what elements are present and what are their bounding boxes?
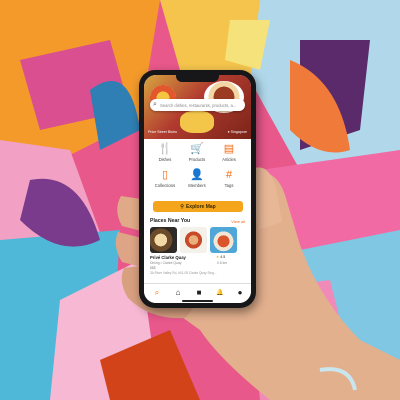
phone-notch (176, 75, 219, 82)
hero-caption-left: Price Street Bistro (148, 130, 177, 134)
rating-value: 4.5 (220, 255, 226, 259)
bookmark-icon: ▯ (161, 169, 169, 181)
explore-map-label: Explore Map (185, 203, 216, 210)
category-articles[interactable]: ▤ Articles (214, 143, 244, 167)
category-label: Dishes (158, 157, 172, 162)
person-icon: 👤 (190, 169, 204, 181)
home-icon[interactable]: ⌂ (171, 287, 185, 299)
category-collections[interactable]: ▯ Collections (150, 169, 180, 193)
cart-icon: 🛒 (190, 143, 204, 155)
hero-banner: ⌕ Search dishes, restaurants, products, … (144, 75, 251, 139)
place-photo[interactable] (210, 227, 237, 253)
category-label: Products (188, 157, 206, 162)
map-pin-icon: ⚲ (180, 203, 184, 210)
places-heading: Places Near You (150, 218, 191, 224)
search-icon: ⌕ (153, 101, 157, 108)
home-indicator (182, 300, 213, 302)
category-products[interactable]: 🛒 Products (182, 143, 212, 167)
feed-icon[interactable]: ■ (192, 287, 206, 299)
category-label: Tags (224, 183, 234, 188)
category-label: Members (188, 183, 206, 188)
fork-knife-icon: 🍴 (158, 143, 172, 155)
search-bar[interactable]: ⌕ Search dishes, restaurants, products, … (150, 99, 245, 111)
app-screen: ⌕ Search dishes, restaurants, products, … (144, 75, 251, 303)
place-address: 3A River Valley Rd, #01-09 Clarke Quay S… (150, 271, 217, 275)
search-tab-icon[interactable]: ⌕ (150, 287, 164, 299)
category-members[interactable]: 👤 Members (182, 169, 212, 193)
hashtag-icon: # (225, 169, 233, 181)
category-tags[interactable]: # Tags (214, 169, 244, 193)
category-label: Articles (222, 157, 236, 162)
bell-icon[interactable]: 🔔 (213, 287, 227, 299)
star-icon: ★ (216, 255, 220, 259)
place-photo[interactable] (180, 227, 207, 253)
hero-caption-right: ● Singapore (227, 130, 247, 134)
category-dishes[interactable]: 🍴 Dishes (150, 143, 180, 167)
explore-map-button[interactable]: ⚲ Explore Map (153, 201, 243, 212)
category-grid: 🍴 Dishes 🛒 Products ▤ Articles ▯ Collect… (144, 141, 251, 193)
place-price: $$$ (150, 266, 156, 270)
place-category: Dining • Clarke Quay (150, 261, 182, 265)
article-icon: ▤ (223, 143, 235, 155)
category-label: Collections (154, 183, 176, 188)
search-placeholder: Search dishes, restaurants, products, a.… (160, 102, 237, 108)
phone-device: ⌕ Search dishes, restaurants, products, … (139, 70, 256, 308)
profile-icon[interactable]: ● (233, 287, 247, 299)
place-name[interactable]: Privé Clarke Quay (150, 255, 186, 260)
place-distance: 0.6 km (217, 261, 228, 265)
place-rating: ★ 4.5 (216, 255, 225, 259)
food-image (180, 111, 214, 133)
place-photo[interactable] (150, 227, 177, 253)
view-all-link[interactable]: View all (231, 219, 245, 224)
place-photos[interactable] (150, 227, 251, 253)
